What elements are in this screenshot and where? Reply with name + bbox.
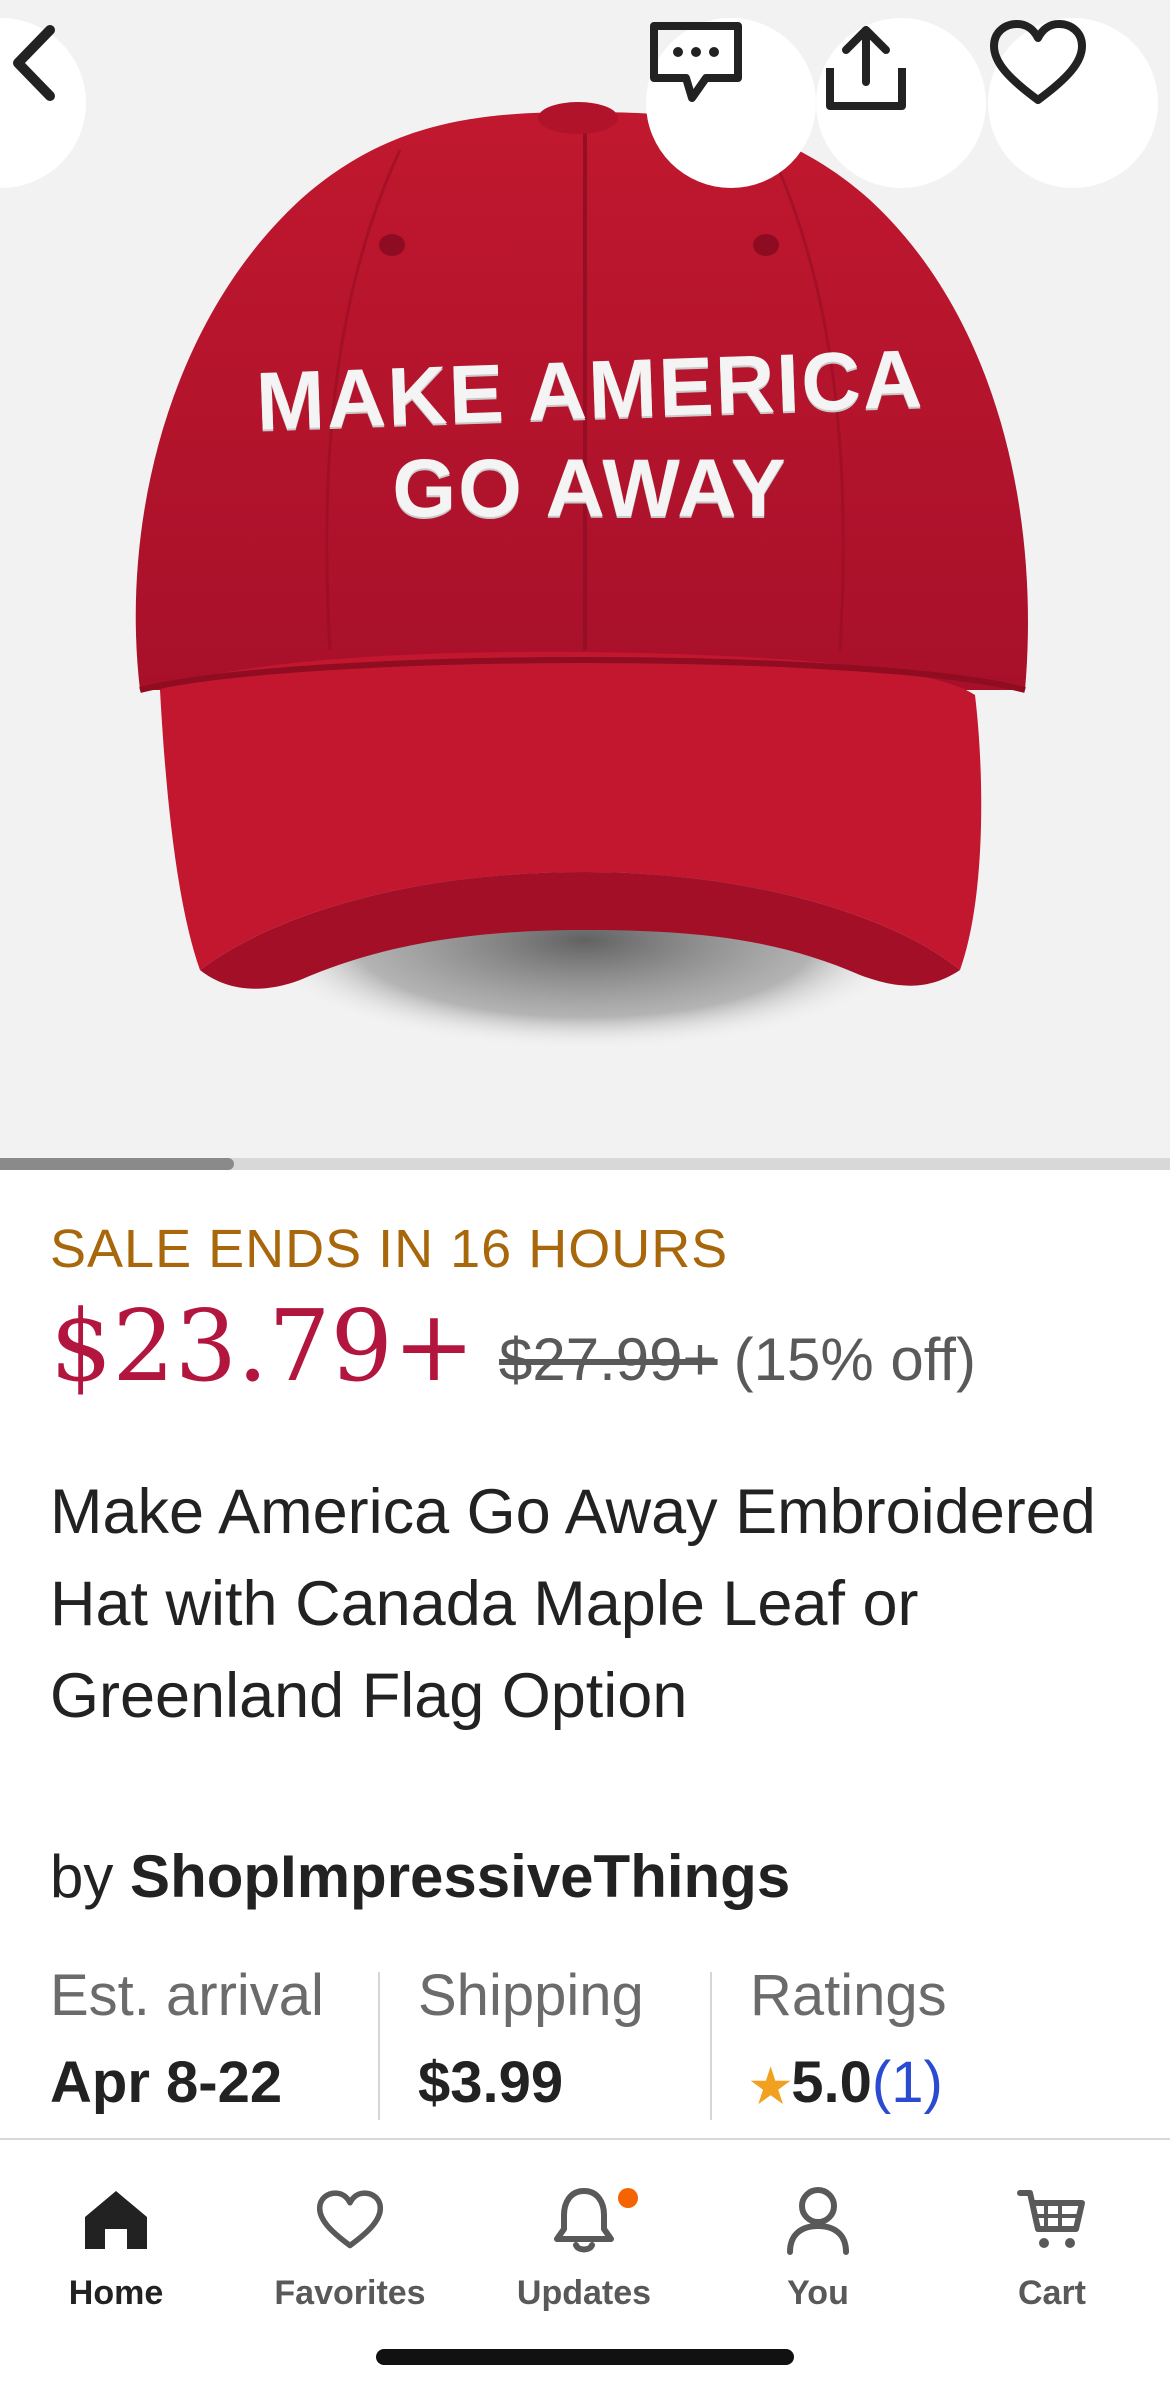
bell-icon: [554, 2188, 614, 2253]
product-photo: [135, 102, 1028, 1050]
tab-label: You: [787, 2274, 849, 2312]
share-icon: [826, 26, 906, 110]
tab-updates[interactable]: Updates: [484, 2180, 684, 2313]
ratings-label: Ratings: [750, 1963, 947, 2028]
person-icon: [787, 2187, 849, 2255]
shipping-value: $3.99: [418, 2050, 564, 2115]
message-seller-button[interactable]: [646, 18, 816, 188]
current-price: $23.79+: [50, 1290, 476, 1404]
by-prefix: by: [50, 1843, 114, 1910]
notification-dot: [618, 2188, 638, 2208]
rating-count-link[interactable]: (1): [872, 2050, 943, 2115]
listing-title: Make America Go Away Embroidered Hat wit…: [50, 1477, 1096, 1731]
gallery-progress-fill: [0, 1158, 234, 1170]
favorite-button[interactable]: [988, 18, 1158, 188]
shipping-label: Shipping: [418, 1963, 644, 2028]
tab-label: Cart: [1017, 2274, 1087, 2312]
heart-icon: [316, 2190, 384, 2249]
hat-text-line-1: MAKE AMERICA: [254, 333, 926, 448]
hat-text-line-2: GO AWAY: [392, 443, 788, 534]
product-image-gallery[interactable]: MAKE AMERICA GO AWAY: [0, 0, 1170, 1160]
star-icon: ★: [750, 2060, 792, 2112]
shop-name-link[interactable]: ShopImpressiveThings: [130, 1843, 790, 1910]
home-indicator: [376, 2349, 794, 2365]
tab-home[interactable]: Home: [16, 2180, 216, 2313]
share-button[interactable]: [816, 18, 986, 188]
original-price: $27.99+: [499, 1326, 718, 1393]
hat-embroidery-text: MAKE AMERICA GO AWAY: [250, 333, 930, 540]
tab-cart[interactable]: Cart: [952, 2180, 1152, 2313]
info-divider: [710, 1972, 712, 2120]
gallery-progress-bar: [0, 1158, 1170, 1170]
home-icon: [85, 2191, 147, 2249]
ratings-block[interactable]: Ratings ★5.0(1): [750, 1962, 947, 2122]
tab-label: Updates: [516, 2274, 652, 2312]
est-arrival-label: Est. arrival: [50, 1963, 324, 2028]
rating-value: 5.0: [791, 2050, 872, 2115]
price-row: $23.79+ $27.99+ (15% off): [50, 1290, 976, 1410]
info-divider: [378, 1972, 380, 2120]
chevron-left-icon: [13, 25, 55, 101]
ratings-value-row: ★5.0(1): [750, 2049, 947, 2116]
tab-label: Home: [68, 2274, 164, 2312]
sale-banner: SALE ENDS IN 16 HOURS: [50, 1219, 729, 1279]
heart-icon: [990, 20, 1086, 104]
tab-favorites[interactable]: Favorites: [250, 2180, 450, 2313]
message-icon: [650, 22, 742, 102]
discount-label: (15% off): [733, 1326, 976, 1393]
tab-you[interactable]: You: [718, 2180, 918, 2313]
shipping-block: Shipping $3.99: [418, 1962, 644, 2122]
shop-byline[interactable]: by ShopImpressiveThings: [50, 1842, 790, 1911]
est-arrival-block: Est. arrival Apr 8-22: [50, 1962, 324, 2122]
tab-label: Favorites: [274, 2274, 426, 2312]
est-arrival-value: Apr 8-22: [50, 2050, 283, 2115]
cart-icon: [1017, 2190, 1085, 2248]
